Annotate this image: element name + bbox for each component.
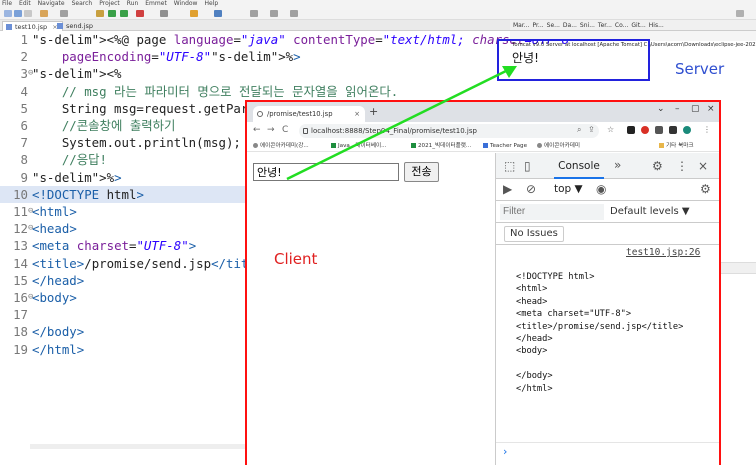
arrow-line [286,68,509,181]
arrow-annotation [286,66,517,181]
